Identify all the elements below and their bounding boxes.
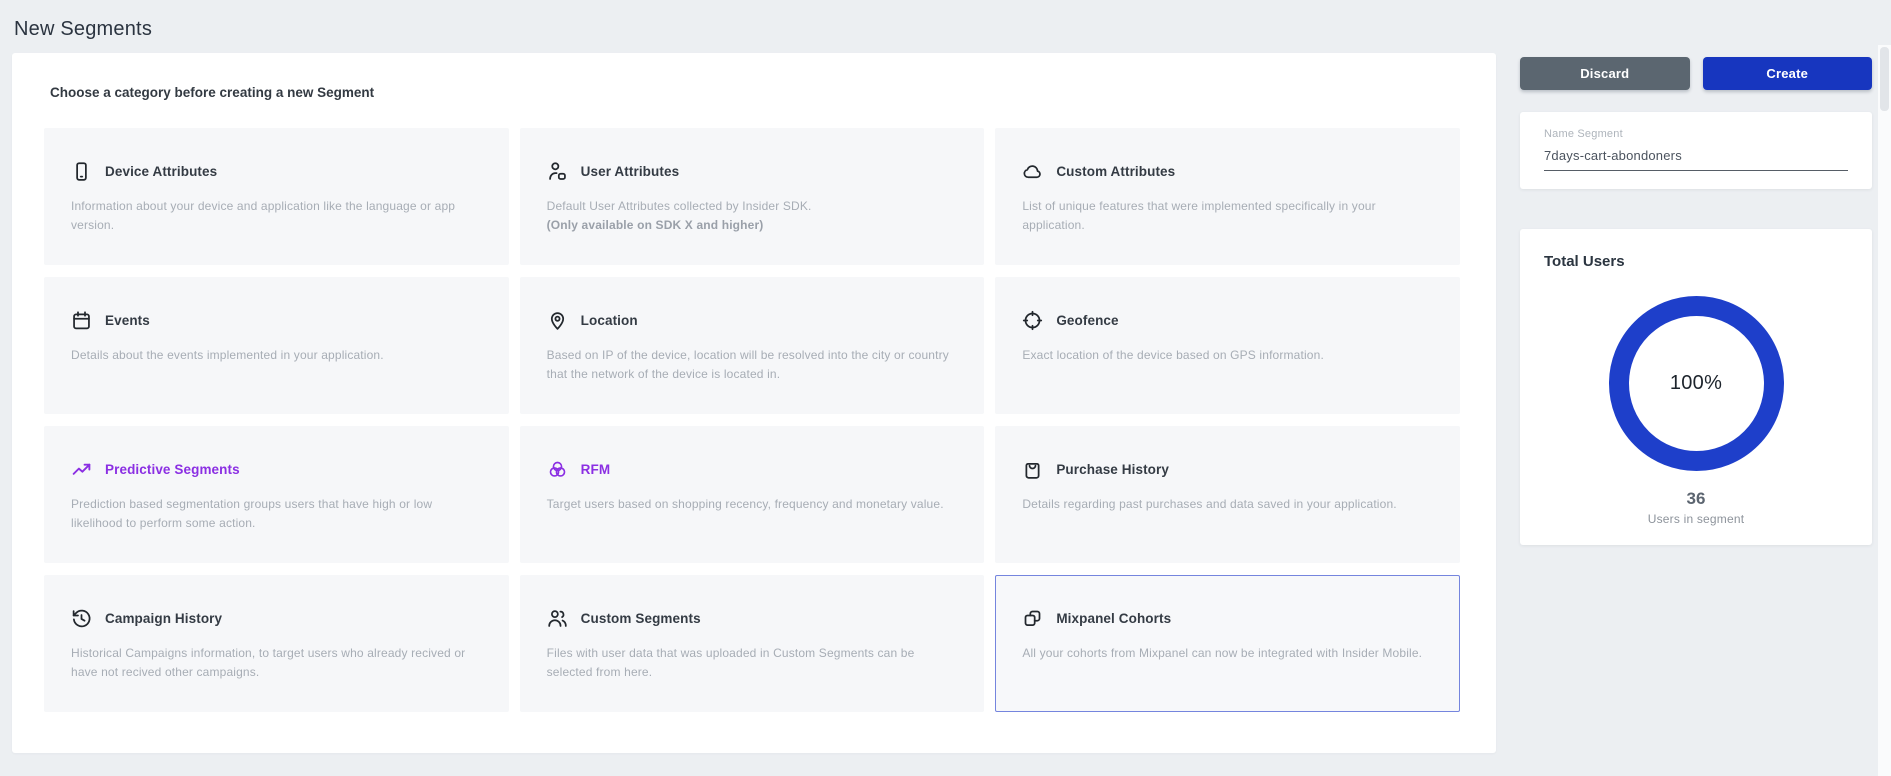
- total-users-card: Total Users 100% 36 Users in segment: [1520, 229, 1872, 545]
- users-count: 36: [1544, 489, 1848, 509]
- card-title: Predictive Segments: [105, 462, 240, 477]
- card-mixpanel-cohorts[interactable]: Mixpanel Cohorts All your cohorts from M…: [995, 575, 1460, 712]
- card-description: All your cohorts from Mixpanel can now b…: [1022, 644, 1433, 663]
- card-description: Prediction based segmentation groups use…: [71, 495, 482, 532]
- card-head: Geofence: [1022, 310, 1433, 331]
- history-icon: [71, 608, 92, 629]
- calendar-icon: [71, 310, 92, 331]
- users-icon: [547, 608, 568, 629]
- geofence-icon: [1022, 310, 1043, 331]
- card-location[interactable]: Location Based on IP of the device, loca…: [520, 277, 985, 414]
- card-description: Target users based on shopping recency, …: [547, 495, 958, 514]
- donut-wrap: 100%: [1544, 296, 1848, 471]
- card-title: Events: [105, 313, 150, 328]
- card-title: Device Attributes: [105, 164, 217, 179]
- card-title: Campaign History: [105, 611, 222, 626]
- main-column: New Segments Choose a category before cr…: [12, 12, 1496, 753]
- action-buttons: Discard Create: [1520, 57, 1872, 90]
- card-description: Default User Attributes collected by Ins…: [547, 197, 958, 234]
- panel-subtitle: Choose a category before creating a new …: [50, 85, 1460, 100]
- name-segment-input[interactable]: [1544, 148, 1848, 171]
- card-description-line1: Default User Attributes collected by Ins…: [547, 199, 812, 213]
- page-title: New Segments: [14, 18, 1496, 41]
- card-description: Exact location of the device based on GP…: [1022, 346, 1433, 365]
- users-count-caption: Users in segment: [1544, 512, 1848, 526]
- users-donut-chart: 100%: [1609, 296, 1784, 471]
- cloud-icon: [1022, 161, 1043, 182]
- card-title: Mixpanel Cohorts: [1056, 611, 1171, 626]
- card-description: Information about your device and applic…: [71, 197, 482, 234]
- scrollbar-thumb[interactable]: [1880, 47, 1889, 111]
- card-description: Files with user data that was uploaded i…: [547, 644, 958, 681]
- category-panel: Choose a category before creating a new …: [12, 53, 1496, 753]
- card-head: Device Attributes: [71, 161, 482, 182]
- card-description-line2: (Only available on SDK X and higher): [547, 216, 958, 235]
- map-pin-icon: [547, 310, 568, 331]
- create-button[interactable]: Create: [1703, 57, 1873, 90]
- card-rfm[interactable]: RFM Target users based on shopping recen…: [520, 426, 985, 563]
- cohorts-icon: [1022, 608, 1043, 629]
- shopping-bag-icon: [1022, 459, 1043, 480]
- card-user-attributes[interactable]: User Attributes Default User Attributes …: [520, 128, 985, 265]
- card-purchase-history[interactable]: Purchase History Details regarding past …: [995, 426, 1460, 563]
- card-head: Location: [547, 310, 958, 331]
- card-geofence[interactable]: Geofence Exact location of the device ba…: [995, 277, 1460, 414]
- user-icon: [547, 161, 568, 182]
- card-custom-attributes[interactable]: Custom Attributes List of unique feature…: [995, 128, 1460, 265]
- card-campaign-history[interactable]: Campaign History Historical Campaigns in…: [44, 575, 509, 712]
- card-title: Custom Attributes: [1056, 164, 1175, 179]
- name-segment-label: Name Segment: [1544, 128, 1848, 140]
- card-head: Predictive Segments: [71, 459, 482, 480]
- card-events[interactable]: Events Details about the events implemen…: [44, 277, 509, 414]
- segments-page: New Segments Choose a category before cr…: [0, 0, 1891, 753]
- category-grid: Device Attributes Information about your…: [44, 128, 1460, 712]
- card-description: List of unique features that were implem…: [1022, 197, 1433, 234]
- right-sidebar: Discard Create Name Segment Total Users …: [1520, 12, 1872, 753]
- card-head: Custom Segments: [547, 608, 958, 629]
- venn-icon: [547, 459, 568, 480]
- card-predictive-segments[interactable]: Predictive Segments Prediction based seg…: [44, 426, 509, 563]
- card-head: Events: [71, 310, 482, 331]
- card-head: RFM: [547, 459, 958, 480]
- name-segment-card: Name Segment: [1520, 112, 1872, 189]
- device-icon: [71, 161, 92, 182]
- trend-up-icon: [71, 459, 92, 480]
- card-head: Custom Attributes: [1022, 161, 1433, 182]
- card-description: Details regarding past purchases and dat…: [1022, 495, 1433, 514]
- card-description: Historical Campaigns information, to tar…: [71, 644, 482, 681]
- card-custom-segments[interactable]: Custom Segments Files with user data tha…: [520, 575, 985, 712]
- card-description: Details about the events implemented in …: [71, 346, 482, 365]
- card-head: Purchase History: [1022, 459, 1433, 480]
- card-head: Campaign History: [71, 608, 482, 629]
- card-title: User Attributes: [581, 164, 680, 179]
- card-title: RFM: [581, 462, 611, 477]
- card-title: Geofence: [1056, 313, 1118, 328]
- donut-percent: 100%: [1670, 372, 1722, 395]
- card-device-attributes[interactable]: Device Attributes Information about your…: [44, 128, 509, 265]
- card-title: Custom Segments: [581, 611, 701, 626]
- card-title: Purchase History: [1056, 462, 1169, 477]
- card-head: Mixpanel Cohorts: [1022, 608, 1433, 629]
- scrollbar-track[interactable]: [1878, 45, 1891, 776]
- card-title: Location: [581, 313, 638, 328]
- card-description: Based on IP of the device, location will…: [547, 346, 958, 383]
- discard-button[interactable]: Discard: [1520, 57, 1690, 90]
- card-head: User Attributes: [547, 161, 958, 182]
- total-users-title: Total Users: [1544, 253, 1848, 270]
